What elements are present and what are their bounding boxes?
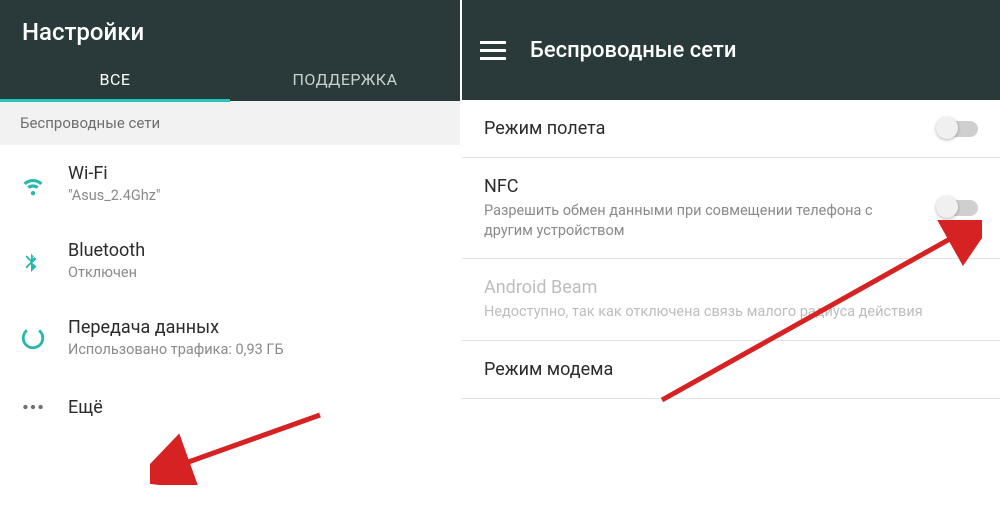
list-item-title: NFC [484,176,922,197]
list-item-title: Wi-Fi [68,163,440,184]
list-item-title: Передача данных [68,317,440,338]
bluetooth-icon [20,248,68,274]
list-item-sub: Недоступно, так как отключена связь мало… [484,302,962,322]
tabs: ВСЕ ПОДДЕРЖКА [0,56,460,101]
toggle-airplane[interactable] [938,121,978,137]
list-item-sub: Разрешить обмен данными при совмещении т… [484,201,922,240]
wireless-panel: Беспроводные сети Режим полета NFC Разре… [462,0,1000,509]
list-item-title: Android Beam [484,277,962,298]
list-item-bluetooth[interactable]: Bluetooth Отключен [0,222,460,299]
toggle-nfc[interactable] [938,200,978,216]
data-usage-icon [20,325,68,351]
list-item-sub: "Asus_2.4Ghz" [68,187,440,204]
wifi-icon [20,171,68,197]
page-title: Беспроводные сети [530,38,736,63]
more-icon [20,394,68,420]
list-item-tethering[interactable]: Режим модема [462,341,1000,399]
list-item-wifi[interactable]: Wi-Fi "Asus_2.4Ghz" [0,145,460,222]
left-header: Настройки ВСЕ ПОДДЕРЖКА [0,0,460,101]
list-item-airplane[interactable]: Режим полета [462,100,1000,158]
list-item-data-usage[interactable]: Передача данных Использовано трафика: 0,… [0,299,460,376]
list-item-nfc[interactable]: NFC Разрешить обмен данными при совмещен… [462,158,1000,259]
list-item-title: Режим модема [484,359,962,380]
page-title: Настройки [0,0,460,56]
list-item-sub: Отключен [68,264,440,281]
section-wireless: Беспроводные сети [0,101,460,145]
settings-panel: Настройки ВСЕ ПОДДЕРЖКА Беспроводные сет… [0,0,462,509]
list-item-android-beam: Android Beam Недоступно, так как отключе… [462,259,1000,341]
menu-icon[interactable] [480,37,506,63]
right-header: Беспроводные сети [462,0,1000,100]
list-item-title: Режим полета [484,118,922,139]
list-item-title: Bluetooth [68,240,440,261]
settings-list: Wi-Fi "Asus_2.4Ghz" Bluetooth Отключен [0,145,460,438]
list-item-more[interactable]: Ещё [0,376,460,438]
list-item-title: Ещё [68,397,440,418]
list-item-sub: Использовано трафика: 0,93 ГБ [68,341,440,358]
tab-support[interactable]: ПОДДЕРЖКА [230,56,460,101]
tab-all[interactable]: ВСЕ [0,56,230,101]
